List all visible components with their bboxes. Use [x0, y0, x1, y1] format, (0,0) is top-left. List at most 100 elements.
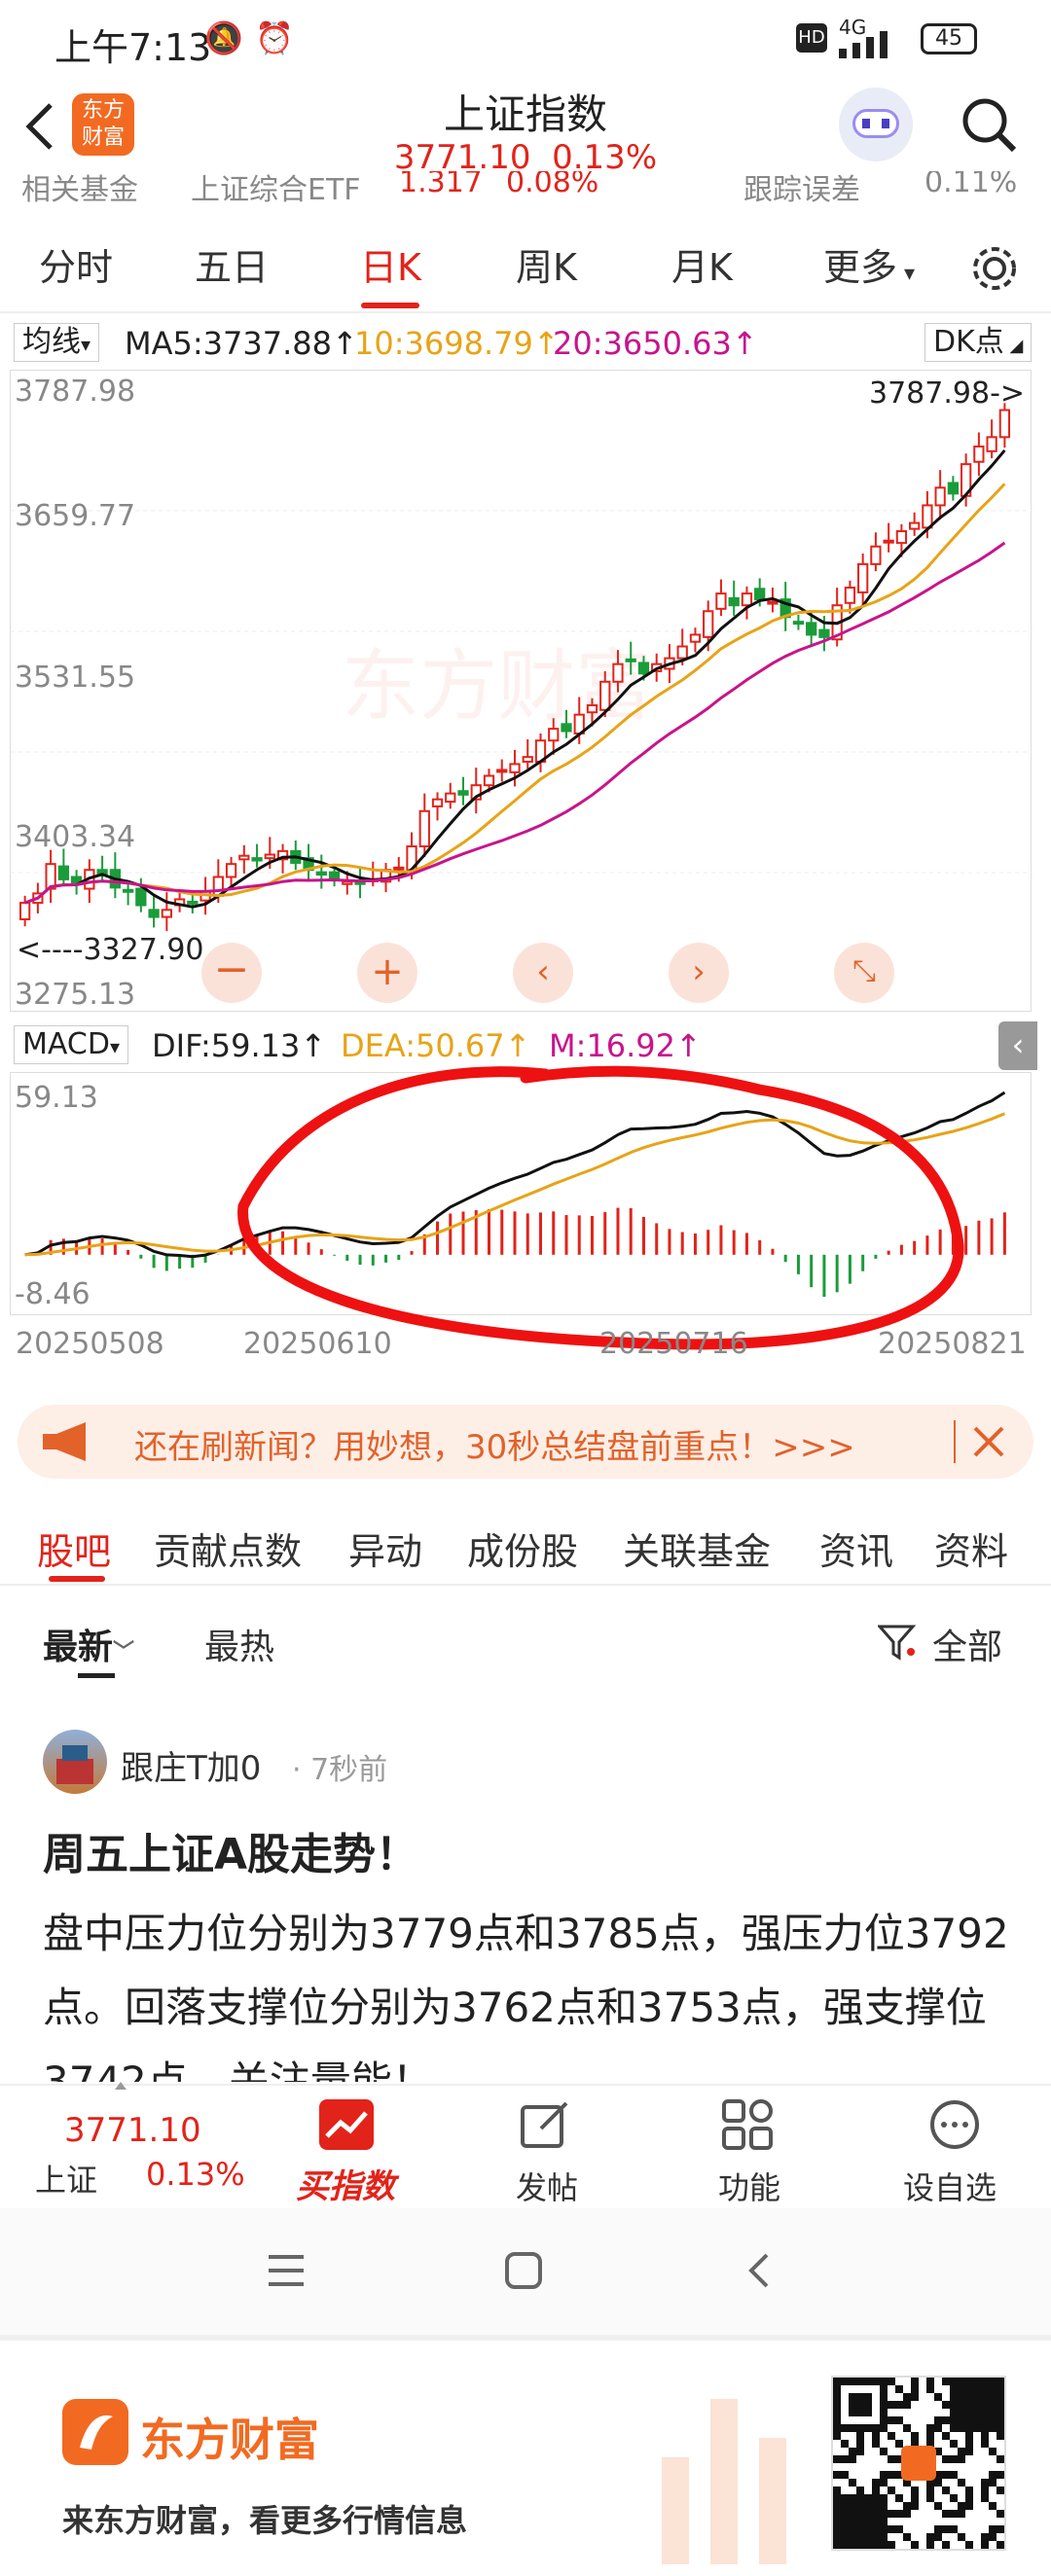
tab-monthly-k[interactable]: 月K	[671, 237, 733, 291]
candle	[561, 723, 572, 733]
function-button-label: 功能	[718, 2169, 781, 2206]
tab-weekly-k[interactable]: 周K	[516, 237, 577, 291]
qr-module	[856, 2448, 864, 2455]
zoom-in-button[interactable]: +	[357, 943, 417, 1003]
qr-module	[872, 2487, 880, 2494]
qr-module	[981, 2533, 989, 2541]
qr-module	[856, 2378, 864, 2385]
ticker-fund-price: 1.317	[399, 171, 483, 199]
avatar[interactable]	[43, 1730, 107, 1794]
candle	[986, 436, 997, 452]
qr-module	[989, 2479, 997, 2487]
qr-module	[880, 2533, 888, 2541]
qr-code	[831, 2376, 1006, 2551]
related-fund-ticker[interactable]: 相关基金 上证综合ETF 1.317 0.08% 跟踪误差 0.11%	[0, 171, 1051, 204]
function-button[interactable]: 功能	[714, 2095, 782, 2206]
candle	[393, 866, 405, 871]
home-icon[interactable]	[504, 2251, 543, 2290]
tab-intraday[interactable]: 分时	[39, 237, 113, 291]
robot-assistant-icon[interactable]	[839, 88, 913, 161]
close-icon[interactable]	[969, 1422, 1008, 1461]
qr-module	[997, 2487, 1004, 2494]
footer-brand: 东方财富	[140, 2414, 319, 2466]
tab-news[interactable]: 资讯	[819, 1521, 893, 1575]
qr-module	[833, 2510, 841, 2518]
search-icon[interactable]	[958, 93, 1020, 156]
qr-module	[911, 2378, 919, 2385]
post-filter-row: 最新﹀ 最热 全部	[0, 1605, 1051, 1683]
ma20-value: 20:3650.63↑	[553, 325, 758, 362]
menu-icon[interactable]	[265, 2251, 308, 2290]
tab-contribution[interactable]: 贡献点数	[154, 1521, 302, 1575]
tab-movement[interactable]: 异动	[348, 1521, 422, 1575]
tab-related-funds[interactable]: 关联基金	[623, 1521, 771, 1575]
qr-module	[841, 2440, 849, 2448]
post-card[interactable]: 跟庄T加0 · 7秒前 周五上证A股走势！ 盘中压力位分别为3779点和3785…	[0, 1722, 1051, 2082]
candle	[612, 662, 624, 683]
filter-latest[interactable]: 最新﹀	[43, 1619, 134, 1669]
qr-module	[934, 2502, 942, 2510]
candle	[895, 530, 908, 545]
tab-components[interactable]: 成份股	[467, 1521, 578, 1575]
tab-five-day[interactable]: 五日	[195, 237, 269, 291]
tab-guba[interactable]: 股吧	[37, 1521, 111, 1575]
tab-more[interactable]: 更多 ▾	[823, 237, 915, 291]
candle	[328, 871, 341, 880]
scroll-right-button[interactable]: ›	[669, 943, 729, 1003]
post-username[interactable]: 跟庄T加0	[121, 1741, 261, 1789]
back-nav-icon[interactable]	[742, 2251, 777, 2290]
fullscreen-icon[interactable]: ⤡	[834, 943, 894, 1003]
add-watchlist-button[interactable]: 设自选	[901, 2095, 1008, 2206]
nav-header: 东方财富 上证指数 3771.10 0.13%	[0, 78, 1051, 185]
qr-module	[926, 2378, 934, 2385]
qr-module	[888, 2432, 895, 2440]
qr-module	[833, 2393, 841, 2401]
zoom-out-button[interactable]: −	[201, 943, 262, 1003]
qr-module	[849, 2424, 856, 2432]
qr-module	[888, 2378, 895, 2385]
status-bar: 上午7:13 🔕 ⏰ HD 4G 45	[0, 0, 1051, 78]
qr-module	[958, 2393, 965, 2401]
qr-module	[942, 2378, 950, 2385]
dk-point-button[interactable]: DK点 ◢	[924, 323, 1033, 362]
filter-hot[interactable]: 最热	[204, 1619, 274, 1669]
ma-selector[interactable]: 均线▾	[14, 323, 100, 362]
candlestick-chart[interactable]: 东方财富 3787.98 3659.77 3531.55 3403.34 327…	[10, 370, 1033, 1013]
tab-daily-k[interactable]: 日K	[360, 237, 421, 308]
footer-promo: 东方财富 来东方财富，看更多行情信息	[0, 2335, 1051, 2576]
qr-module	[950, 2494, 958, 2502]
qr-module	[950, 2424, 958, 2432]
qr-module	[981, 2409, 989, 2416]
qr-module	[856, 2494, 864, 2502]
qr-module	[833, 2409, 841, 2416]
qr-module	[997, 2424, 1004, 2432]
funnel-icon[interactable]	[878, 1623, 917, 1662]
ma20-label: 20:3650.63	[553, 325, 732, 362]
candlestick-plot[interactable]	[11, 371, 1033, 1013]
scroll-left-button[interactable]: ‹	[513, 943, 573, 1003]
qr-module	[880, 2401, 888, 2409]
filter-all[interactable]: 全部	[932, 1619, 1002, 1669]
qr-module	[942, 2525, 950, 2533]
tab-profile[interactable]: 资料	[934, 1521, 1008, 1575]
qr-module	[864, 2502, 872, 2510]
qr-module	[973, 2416, 981, 2424]
gear-icon[interactable]	[969, 243, 1020, 294]
qr-module	[880, 2510, 888, 2518]
qr-module	[895, 2401, 903, 2409]
qr-module	[997, 2409, 1004, 2416]
y-label-2: 3659.77	[15, 499, 136, 533]
dk-label: DK点	[933, 325, 1004, 359]
qr-module	[981, 2479, 989, 2487]
candle	[445, 792, 456, 804]
filter-indicator	[78, 1673, 115, 1678]
qr-module	[973, 2385, 981, 2393]
post-button[interactable]: 发帖	[512, 2095, 580, 2206]
qr-module	[841, 2525, 849, 2533]
candle	[431, 798, 444, 807]
qr-module	[864, 2401, 872, 2409]
buy-index-button[interactable]: 买指数	[292, 2095, 405, 2206]
candle	[754, 588, 766, 601]
qr-module	[981, 2393, 989, 2401]
promo-banner[interactable]: 还在刷新闻？用妙想，30秒总结盘前重点！>>>	[18, 1405, 1033, 1479]
